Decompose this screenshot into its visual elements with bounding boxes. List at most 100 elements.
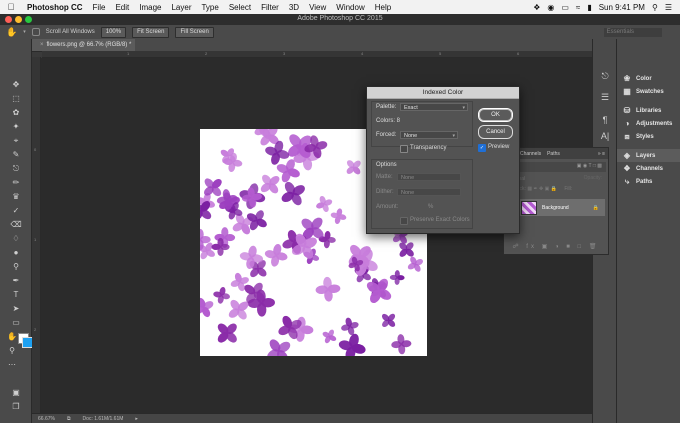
cancel-button[interactable]: Cancel [478, 125, 513, 139]
horizontal-ruler[interactable]: 1 2 3 4 5 6 [42, 51, 592, 58]
styles-icon: ⧈ [624, 131, 630, 141]
layers-footer-icons[interactable]: ☍ fx ▣ ◑ ■ □ 🗑 [504, 243, 608, 250]
menu-layer[interactable]: Layer [166, 3, 196, 12]
menu-filter[interactable]: Filter [256, 3, 284, 12]
spotlight-icon[interactable]: ⚲ [652, 3, 658, 12]
notification-center-icon[interactable]: ☰ [665, 3, 672, 12]
ruler-h-label: 2 [205, 51, 208, 56]
ruler-h-label: 3 [283, 51, 286, 56]
matte-select[interactable]: None [397, 173, 461, 181]
scroll-all-windows-checkbox[interactable] [31, 28, 40, 36]
menu-help[interactable]: Help [370, 3, 396, 12]
panel-channels-label: Channels [636, 165, 664, 172]
pen-tool-icon[interactable]: ✒ [0, 277, 32, 285]
healing-brush-tool-icon[interactable]: ⎋ [0, 165, 32, 173]
more-tools-icon[interactable]: ⋯ [0, 361, 28, 369]
menu-select[interactable]: Select [224, 3, 256, 12]
hand-tool-icon[interactable]: ✋ [6, 27, 17, 38]
menu-view[interactable]: View [304, 3, 331, 12]
fill-label: Fill: [564, 186, 573, 192]
menu-image[interactable]: Image [134, 3, 166, 12]
layer-row-background[interactable]: Background 🔒 [507, 199, 605, 216]
panel-channels[interactable]: ❖ Channels [617, 162, 680, 175]
type-tool-icon[interactable]: T [0, 291, 32, 299]
battery-icon[interactable]: ▮ [587, 3, 591, 12]
panel-swatches-label: Swatches [636, 88, 664, 95]
preserve-exact-colors-checkbox[interactable] [400, 217, 408, 225]
paragraph-panel-icon[interactable]: A| [593, 131, 617, 141]
zoom-tool-icon[interactable]: ⚲ [0, 347, 28, 355]
move-tool-icon[interactable]: ✥ [0, 81, 32, 89]
apple-icon[interactable]:  [0, 2, 22, 12]
matte-select-value: None [401, 175, 415, 181]
close-tab-icon[interactable]: × [40, 42, 44, 48]
blur-tool-icon[interactable]: ● [0, 249, 32, 257]
panel-swatches[interactable]: ▦ Swatches [617, 85, 680, 98]
status-zoom[interactable]: 66.67% [38, 416, 55, 422]
panel-layers[interactable]: ◈ Layers [617, 149, 680, 162]
paint-bucket-tool-icon[interactable]: ♢ [0, 235, 32, 243]
menu-type[interactable]: Type [196, 3, 223, 12]
menu-file[interactable]: File [88, 3, 111, 12]
menu-window[interactable]: Window [331, 3, 369, 12]
lasso-tool-icon[interactable]: ✿ [0, 109, 32, 117]
vertical-ruler[interactable]: 0 1 2 [32, 57, 41, 413]
fit-screen-button[interactable]: Fit Screen [132, 26, 170, 38]
swatches-grid-icon: ▦ [623, 87, 631, 96]
screen:  Photoshop CC File Edit Image Layer Typ… [0, 0, 680, 436]
filter-icons[interactable]: ▣ ◉ T □ ▩ [577, 163, 602, 169]
tab-channels[interactable]: Channels [520, 151, 541, 157]
palette-select[interactable]: Exact ▾ [400, 103, 468, 111]
lock-icons[interactable]: ▦ ✒ ✥ ▣ 🔒 [527, 186, 557, 192]
history-brush-tool-icon[interactable]: ✓ [0, 207, 32, 215]
tool-preset-chevron-icon[interactable]: ▾ [23, 29, 26, 35]
fill-screen-button[interactable]: Fill Screen [175, 26, 214, 38]
clock[interactable]: Sun 9:41 PM [599, 3, 645, 12]
dither-select[interactable]: None [397, 188, 461, 196]
forced-select[interactable]: None ▾ [400, 131, 458, 139]
indexed-color-dialog: Indexed Color Palette: Exact ▾ Colors: 8… [366, 86, 520, 234]
document-tab[interactable]: × flowers.png @ 66.7% (RGB/8) * [32, 39, 136, 51]
dodge-tool-icon[interactable]: ⚲ [0, 263, 32, 271]
panel-libraries[interactable]: ⛁ Libraries [617, 104, 680, 117]
clone-stamp-tool-icon[interactable]: ♛ [0, 193, 32, 201]
path-selection-tool-icon[interactable]: ➤ [0, 305, 32, 313]
preview-checkbox[interactable]: ✓ [478, 144, 486, 152]
eyedropper-tool-icon[interactable]: ✎ [0, 151, 32, 159]
zoom-100-button[interactable]: 100% [100, 26, 127, 38]
panel-menu-icon[interactable]: » ≡ [598, 151, 608, 157]
status-share-icon[interactable]: ⧉ [67, 416, 71, 422]
menu-edit[interactable]: Edit [110, 3, 134, 12]
channels-icon: ❖ [623, 164, 631, 173]
character-panel-icon[interactable]: ¶ [593, 115, 617, 125]
menu-3d[interactable]: 3D [284, 3, 304, 12]
status-arrow-icon[interactable]: ▸ [135, 416, 138, 422]
menu-app-name[interactable]: Photoshop CC [22, 3, 88, 12]
wifi-icon[interactable]: ≈ [576, 3, 580, 12]
palette-label: Palette: [376, 104, 397, 110]
ok-button[interactable]: OK [478, 108, 513, 122]
dropbox-icon[interactable]: ❖ [533, 3, 540, 12]
crop-tool-icon[interactable]: ⌖ [0, 137, 32, 145]
marquee-tool-icon[interactable]: ⬚ [0, 95, 32, 103]
airplay-icon[interactable]: ▭ [561, 3, 569, 12]
workspace-switcher[interactable]: Essentials [603, 27, 662, 37]
panel-paths[interactable]: ⤷ Paths [617, 175, 680, 188]
layer-filter-row: Kind ▣ ◉ T □ ▩ [506, 162, 606, 172]
tab-paths[interactable]: Paths [547, 151, 560, 157]
libraries-icon: ⛁ [623, 106, 631, 115]
properties-panel-icon[interactable]: ☰ [593, 92, 617, 103]
menubar-status-area: ❖ ◉ ▭ ≈ ▮ Sun 9:41 PM ⚲ ☰ [533, 3, 680, 12]
quick-mask-icon[interactable]: ▣ [0, 389, 32, 397]
eraser-tool-icon[interactable]: ⌫ [0, 221, 32, 229]
transparency-checkbox[interactable] [400, 145, 408, 153]
screen-mode-icon[interactable]: ❐ [0, 403, 32, 411]
panel-styles[interactable]: ⧈ Styles [617, 130, 680, 143]
brush-tool-icon[interactable]: ✏ [0, 179, 32, 187]
panel-color[interactable]: ❀ Color [617, 72, 680, 85]
rectangle-tool-icon[interactable]: ▭ [0, 319, 32, 327]
quick-select-tool-icon[interactable]: ✦ [0, 123, 32, 131]
history-panel-icon[interactable]: ⎋ [593, 71, 617, 82]
sync-icon[interactable]: ◉ [547, 3, 554, 12]
panel-adjustments[interactable]: ◑ Adjustments [617, 117, 680, 130]
